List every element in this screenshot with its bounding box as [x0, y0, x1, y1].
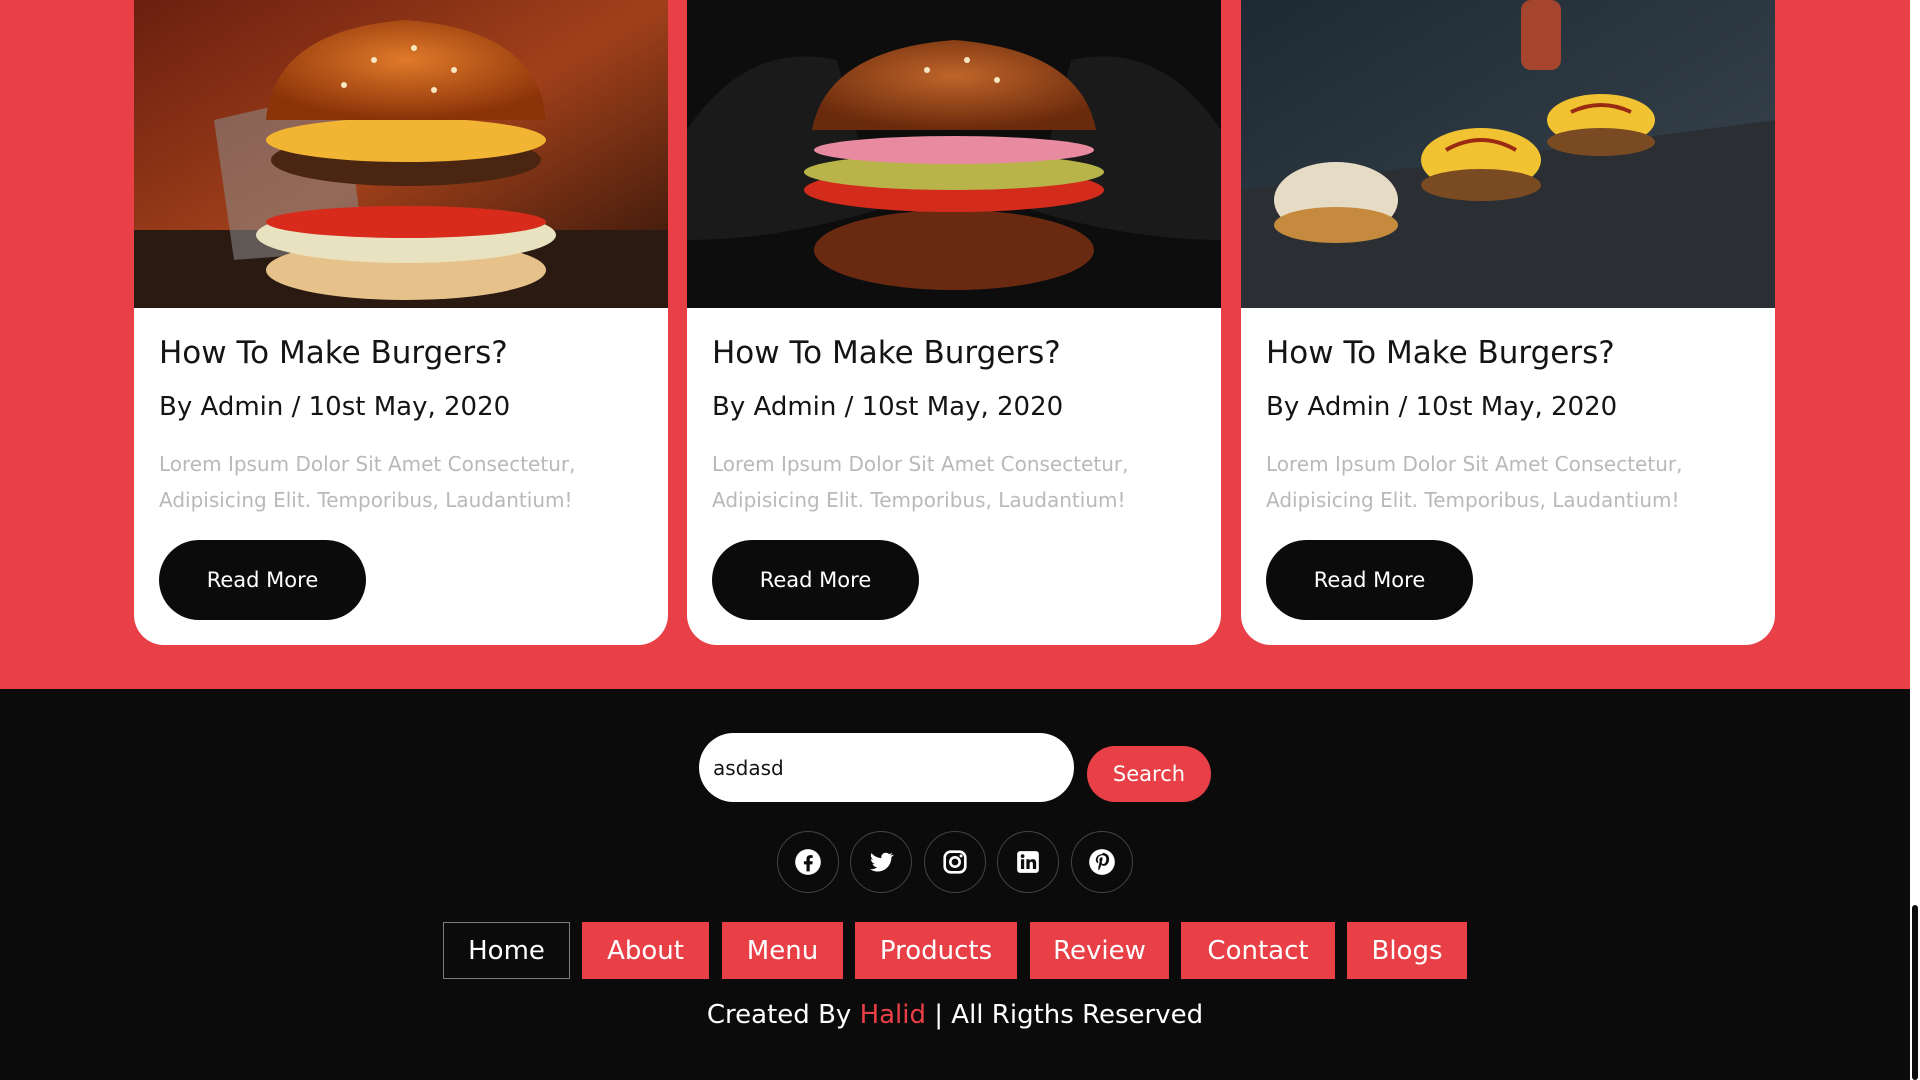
linkedin-icon	[1017, 851, 1039, 873]
read-more-button[interactable]: Read More	[1266, 540, 1473, 620]
card-description: Lorem Ipsum Dolor Sit Amet Consectetur, …	[712, 452, 1129, 512]
pinterest-button[interactable]	[1071, 831, 1133, 893]
nav-menu[interactable]: Menu	[722, 922, 843, 979]
nav-home[interactable]: Home	[443, 922, 570, 979]
footer-credits: Created By Halid | All Rigths Reserved	[0, 1000, 1910, 1030]
nav-products[interactable]: Products	[855, 922, 1017, 979]
credits-suffix: | All Rigths Reserved	[926, 1000, 1204, 1030]
card-meta: By Admin / 10st May, 2020	[1266, 392, 1618, 422]
burger-held-in-gloves-photo	[687, 0, 1221, 308]
nav-contact[interactable]: Contact	[1181, 922, 1335, 979]
facebook-icon	[795, 849, 821, 875]
instagram-icon	[943, 850, 967, 874]
blog-card: How To Make Burgers? By Admin / 10st May…	[687, 0, 1221, 645]
search-input[interactable]	[699, 733, 1074, 802]
card-title: How To Make Burgers?	[712, 335, 1061, 371]
burger-on-table-photo	[134, 0, 668, 308]
linkedin-button[interactable]	[997, 831, 1059, 893]
nav-review[interactable]: Review	[1030, 922, 1169, 979]
card-description: Lorem Ipsum Dolor Sit Amet Consectetur, …	[1266, 452, 1683, 512]
card-meta: By Admin / 10st May, 2020	[712, 392, 1064, 422]
nav-blogs[interactable]: Blogs	[1347, 922, 1467, 979]
card-description: Lorem Ipsum Dolor Sit Amet Consectetur, …	[159, 452, 576, 512]
author-name[interactable]: Halid	[860, 1000, 926, 1030]
blog-card: How To Make Burgers? By Admin / 10st May…	[1241, 0, 1775, 645]
pinterest-icon	[1089, 849, 1115, 875]
facebook-button[interactable]	[777, 831, 839, 893]
blog-card: How To Make Burgers? By Admin / 10st May…	[134, 0, 668, 645]
credits-prefix: Created By	[706, 1000, 860, 1030]
sliders-on-grill-photo	[1241, 0, 1775, 308]
scrollbar-thumb[interactable]	[1912, 905, 1918, 1080]
search-button[interactable]: Search	[1087, 746, 1211, 802]
read-more-button[interactable]: Read More	[712, 540, 919, 620]
blogs-section: How To Make Burgers? By Admin / 10st May…	[0, 0, 1910, 689]
nav-about[interactable]: About	[582, 922, 709, 979]
card-meta: By Admin / 10st May, 2020	[159, 392, 511, 422]
card-title: How To Make Burgers?	[159, 335, 508, 371]
twitter-icon	[870, 852, 894, 872]
card-title: How To Make Burgers?	[1266, 335, 1615, 371]
twitter-button[interactable]	[850, 831, 912, 893]
instagram-button[interactable]	[924, 831, 986, 893]
read-more-button[interactable]: Read More	[159, 540, 366, 620]
